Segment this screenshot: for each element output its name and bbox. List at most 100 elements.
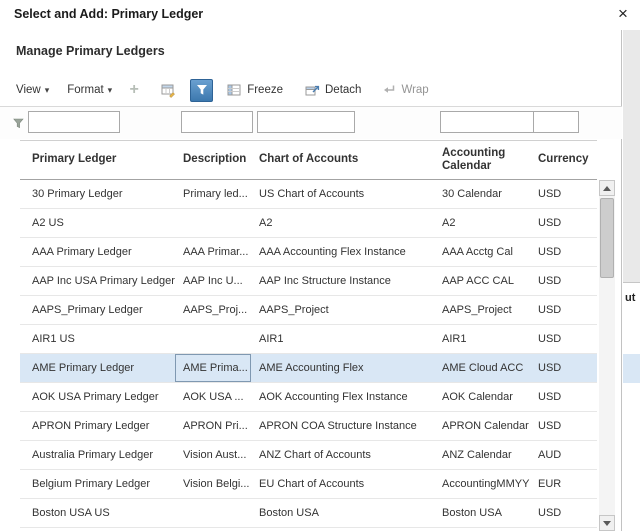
cell-coa: AAPS_Project: [251, 296, 434, 324]
cell-calendar: AOK Calendar: [434, 383, 530, 411]
cell-calendar: AAPS_Project: [434, 296, 530, 324]
cell-currency: USD: [530, 296, 597, 324]
cell-coa: US Chart of Accounts: [251, 180, 434, 208]
cell-coa: EU Chart of Accounts: [251, 470, 434, 498]
filter-icon: [13, 116, 24, 134]
dialog-titlebar: Select and Add: Primary Ledger ×: [0, 0, 640, 30]
query-by-example-icon[interactable]: [190, 79, 213, 102]
column-header-currency[interactable]: Currency: [530, 141, 597, 179]
cell-primary-ledger: AOK USA Primary Ledger: [20, 383, 175, 411]
vertical-scrollbar[interactable]: [599, 180, 615, 531]
cell-calendar: AAA Acctg Cal: [434, 238, 530, 266]
edit-table-icon[interactable]: [156, 78, 180, 102]
table-row[interactable]: AME Primary LedgerAME Prima...AME Accoun…: [20, 354, 597, 383]
table-body: 30 Primary LedgerPrimary led...US Chart …: [20, 180, 597, 531]
cell-description: AAPS_Proj...: [175, 296, 251, 324]
table-row[interactable]: Australia Primary LedgerVision Aust... AN…: [20, 441, 597, 470]
table-row[interactable]: AIR1 USAIR1AIR1USD: [20, 325, 597, 354]
cell-description: AAP Inc U...: [175, 267, 251, 295]
background-page-fragment: ut: [623, 30, 640, 531]
page-title: Manage Primary Ledgers: [16, 44, 165, 58]
background-page-white-area: [623, 282, 640, 531]
toolbar: View ▾ Format ▾ +: [16, 76, 429, 104]
freeze-button[interactable]: Freeze: [227, 83, 283, 98]
table-row[interactable]: AOK USA Primary LedgerAOK USA ...AOK Acc…: [20, 383, 597, 412]
cell-primary-ledger: Belgium Primary Ledger: [20, 470, 175, 498]
table-row[interactable]: 30 Primary LedgerPrimary led...US Chart …: [20, 180, 597, 209]
table-row[interactable]: Boston USA USBoston USABoston USAUSD: [20, 499, 597, 528]
cell-description: Vision Aust...: [175, 441, 251, 469]
cell-description: APRON Pri...: [175, 412, 251, 440]
filter-input-0[interactable]: [28, 111, 120, 133]
cell-currency: USD: [530, 412, 597, 440]
cell-currency: USD: [530, 267, 597, 295]
filter-funnel-icon: [196, 84, 208, 96]
cell-primary-ledger: AAA Primary Ledger: [20, 238, 175, 266]
table-header: Primary Ledger Description Chart of Acco…: [20, 140, 597, 180]
cell-description: AOK USA ...: [175, 383, 251, 411]
table-row[interactable]: AAA Primary LedgerAAA Primar...AAA Accou…: [20, 238, 597, 267]
detach-button[interactable]: Detach: [305, 83, 361, 98]
cell-description: AME Prima...: [175, 354, 251, 382]
scrollbar-thumb[interactable]: [600, 198, 614, 278]
cell-coa: Boston USA: [251, 499, 434, 527]
view-menu[interactable]: View ▾: [16, 84, 49, 96]
cell-calendar: AccountingMMYY: [434, 470, 530, 498]
table-row[interactable]: Belgium Primary LedgerVision Belgi...EU …: [20, 470, 597, 499]
cell-coa: AOK Accounting Flex Instance: [251, 383, 434, 411]
filter-input-4[interactable]: [533, 111, 579, 133]
detach-label: Detach: [325, 84, 361, 96]
cell-coa: APRON COA Structure Instance: [251, 412, 434, 440]
filter-input-1[interactable]: [181, 111, 253, 133]
freeze-label: Freeze: [247, 84, 283, 96]
cell-calendar: A2: [434, 209, 530, 237]
cell-primary-ledger: AAPS_Primary Ledger: [20, 296, 175, 324]
filter-input-2[interactable]: [257, 111, 355, 133]
cell-coa: A2: [251, 209, 434, 237]
scroll-up-arrow-icon: [603, 186, 611, 191]
edit-table-icon: [161, 83, 176, 98]
cell-primary-ledger: 30 Primary Ledger: [20, 180, 175, 208]
column-header-accounting-calendar[interactable]: Accounting Calendar: [434, 141, 530, 179]
cell-description: AAA Primar...: [175, 238, 251, 266]
scroll-down-button[interactable]: [599, 515, 615, 531]
scroll-up-button[interactable]: [599, 180, 615, 196]
filter-input-3[interactable]: [440, 111, 534, 133]
cell-description: Primary led...: [175, 180, 251, 208]
cell-description: [175, 209, 251, 237]
cell-currency: AUD: [530, 441, 597, 469]
cell-calendar: AIR1: [434, 325, 530, 353]
cell-calendar: ANZ Calendar: [434, 441, 530, 469]
close-icon[interactable]: ×: [612, 3, 634, 25]
freeze-icon: [227, 83, 242, 98]
view-menu-label: View: [16, 84, 41, 96]
cell-currency: USD: [530, 383, 597, 411]
table-row[interactable]: AAPS_Primary LedgerAAPS_Proj...AAPS_Proj…: [20, 296, 597, 325]
add-icon[interactable]: +: [122, 78, 146, 102]
cell-calendar: Boston USA: [434, 499, 530, 527]
column-header-description[interactable]: Description: [175, 141, 251, 179]
table-row[interactable]: APRON Primary LedgerAPRON Pri...APRON CO…: [20, 412, 597, 441]
cell-primary-ledger: Boston USA US: [20, 499, 175, 527]
cell-calendar: 30 Calendar: [434, 180, 530, 208]
cell-primary-ledger: APRON Primary Ledger: [20, 412, 175, 440]
screen: Select and Add: Primary Ledger × Manage …: [0, 0, 640, 531]
cell-primary-ledger: Australia Primary Ledger: [20, 441, 175, 469]
cell-primary-ledger: AME Primary Ledger: [20, 354, 175, 382]
cell-coa: AAP Inc Structure Instance: [251, 267, 434, 295]
background-text-fragment: ut: [625, 292, 635, 304]
wrap-button[interactable]: Wrap: [381, 84, 428, 96]
format-menu[interactable]: Format ▾: [67, 84, 112, 96]
wrap-label: Wrap: [401, 84, 428, 96]
dialog-title: Select and Add: Primary Ledger: [14, 7, 203, 21]
column-header-chart-of-accounts[interactable]: Chart of Accounts: [251, 141, 434, 179]
cell-calendar: AAP ACC CAL: [434, 267, 530, 295]
cell-coa: AIR1: [251, 325, 434, 353]
chevron-down-icon: ▾: [108, 85, 113, 96]
cell-currency: USD: [530, 238, 597, 266]
cell-coa: AME Accounting Flex: [251, 354, 434, 382]
column-header-primary-ledger[interactable]: Primary Ledger: [20, 141, 175, 179]
cell-primary-ledger: AIR1 US: [20, 325, 175, 353]
table-row[interactable]: AAP Inc USA Primary LedgerAAP Inc U...AA…: [20, 267, 597, 296]
table-row[interactable]: A2 USA2A2USD: [20, 209, 597, 238]
